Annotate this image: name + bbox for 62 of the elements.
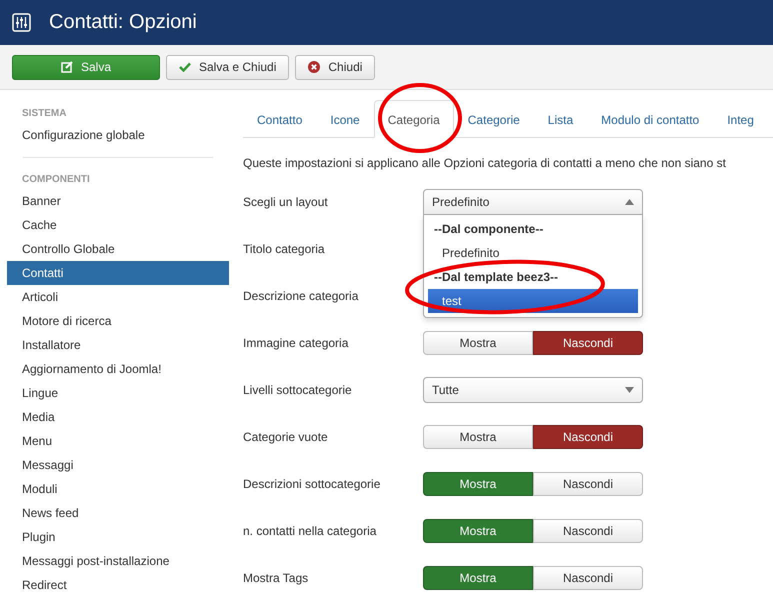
field-label: n. contatti nella categoria — [243, 524, 378, 538]
sidebar-item[interactable]: Configurazione globale — [7, 123, 229, 147]
field-label: Descrizione categoria — [243, 288, 360, 302]
sidebar-item[interactable]: Contatti — [7, 261, 229, 285]
page-title: Contatti: Opzioni — [49, 11, 197, 34]
dropdown-option[interactable]: Predefinito — [428, 240, 638, 264]
toggle-button[interactable]: Mostra — [423, 330, 533, 354]
sidebar-heading: COMPONENTI — [21, 173, 91, 187]
field-label: Immagine categoria — [243, 336, 350, 350]
sidebar-item[interactable]: Redirect — [7, 573, 229, 597]
sidebar-item[interactable]: Menu — [7, 429, 229, 453]
sidebar-item[interactable]: Motore di ricerca — [7, 309, 229, 333]
tab[interactable]: Lista — [534, 100, 588, 138]
toggle-button[interactable]: Mostra — [423, 566, 533, 590]
sidebar-item[interactable]: Aggiornamento di Joomla! — [7, 357, 229, 381]
sidebar-item[interactable]: Messaggi post-installazione — [7, 549, 229, 573]
toggle-button[interactable]: Nascondi — [533, 330, 643, 354]
sidebar-item[interactable]: Banner — [7, 189, 229, 213]
sidebar-heading: SISTEMA — [21, 107, 68, 121]
field-label: Livelli sottocategorie — [243, 382, 353, 396]
tab[interactable]: Modulo di contatto — [587, 100, 714, 138]
tab[interactable]: Icone — [316, 100, 374, 138]
field-label: Titolo categoria — [243, 242, 326, 256]
sidebar-item[interactable]: Media — [7, 405, 229, 429]
field-label: Categorie vuote — [243, 430, 329, 444]
sidebar-item[interactable]: Controllo Globale — [7, 237, 229, 261]
sidebar-item[interactable]: Lingue — [7, 381, 229, 405]
sidebar-item[interactable]: Cache — [7, 213, 229, 237]
tab[interactable]: Categorie — [454, 100, 534, 138]
save-button[interactable]: Salva — [12, 54, 160, 80]
toggle-button[interactable]: Nascondi — [533, 472, 643, 496]
toggle-button[interactable]: Nascondi — [533, 424, 643, 448]
sidebar-item[interactable]: News feed — [7, 501, 229, 525]
tab[interactable]: Integ — [713, 100, 768, 138]
tab[interactable]: Contatto — [243, 100, 316, 138]
field-label: Mostra Tags — [243, 570, 310, 584]
close-button[interactable]: Chiudi — [295, 54, 376, 80]
select-field[interactable]: Predefinito — [423, 188, 643, 214]
toggle-button[interactable]: Nascondi — [533, 566, 643, 590]
select-field[interactable]: Tutte — [423, 376, 643, 402]
checkmark-icon — [179, 62, 191, 72]
sidebar-item[interactable]: Articoli — [7, 285, 229, 309]
toggle-button[interactable]: Mostra — [423, 472, 533, 496]
description-text: Queste impostazioni si applicano alle Opzioni categoria di contatti a meno che non siano st — [243, 156, 727, 170]
caret-icon — [625, 386, 634, 392]
sidebar-item[interactable]: Plugin — [7, 525, 229, 549]
sliders-icon — [12, 13, 31, 32]
field-label: Descrizioni sottocategorie — [243, 476, 382, 490]
sidebar-item[interactable]: Messaggi — [7, 453, 229, 477]
toggle-button[interactable]: Mostra — [423, 424, 533, 448]
sidebar-item[interactable]: Installatore — [7, 333, 229, 357]
tab[interactable]: Categoria — [374, 100, 454, 138]
save-and-close-button[interactable]: Salva e Chiudi — [166, 54, 290, 80]
sidebar-item[interactable]: Moduli — [7, 477, 229, 501]
field-label: Scegli un layout — [243, 194, 329, 208]
close-icon — [308, 61, 320, 73]
option-group-label: --Dal componente-- — [433, 220, 544, 238]
caret-icon — [625, 198, 634, 204]
edit-icon — [60, 61, 73, 73]
option-group-label: --Dal template beez3-- — [433, 268, 560, 286]
toggle-button[interactable]: Mostra — [423, 518, 533, 542]
toggle-button[interactable]: Nascondi — [533, 518, 643, 542]
